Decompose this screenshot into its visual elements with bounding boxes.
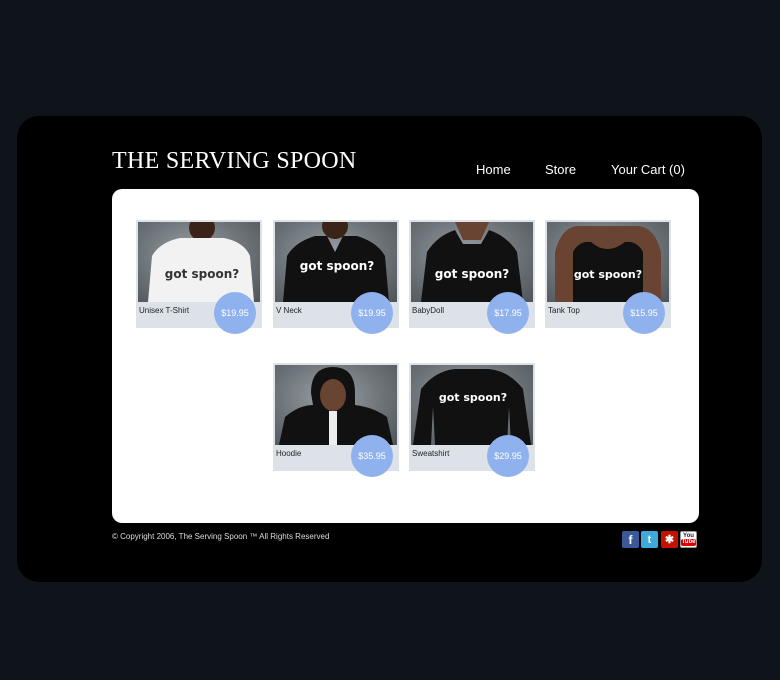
product-photo: got spoon? (411, 222, 533, 302)
copyright-text: © Copyright 2006, The Serving Spoon ™ Al… (112, 532, 330, 541)
facebook-icon[interactable]: f (622, 531, 639, 548)
nav-store[interactable]: Store (545, 162, 576, 177)
shirt-print: got spoon? (300, 259, 375, 273)
shirt-print: got spoon? (574, 268, 642, 281)
price-badge: $35.95 (351, 435, 393, 477)
price-badge: $15.95 (623, 292, 665, 334)
product-name: BabyDoll (412, 306, 445, 315)
product-card[interactable]: got spoon? V Neck $19.95 (273, 220, 399, 334)
twitter-icon[interactable]: t (641, 531, 658, 548)
price-badge: $19.95 (351, 292, 393, 334)
price-badge: $29.95 (487, 435, 529, 477)
product-photo: got spoon? (275, 222, 397, 302)
site-title[interactable]: THE SERVING SPOON (112, 148, 357, 175)
product-photo (275, 365, 397, 445)
nav-home[interactable]: Home (476, 162, 511, 177)
youtube-icon-bottom: Tube (680, 539, 697, 546)
product-photo: got spoon? (138, 222, 260, 302)
product-photo: got spoon? (411, 365, 533, 445)
nav-cart[interactable]: Your Cart (0) (611, 162, 685, 177)
shirt-print: got spoon? (435, 267, 510, 281)
product-name: Unisex T-Shirt (139, 306, 190, 315)
shirt-print: got spoon? (439, 391, 507, 404)
price-badge: $17.95 (487, 292, 529, 334)
shirt-print: got spoon? (165, 267, 240, 281)
product-name: Hoodie (276, 449, 302, 458)
product-name: Sweatshirt (412, 449, 450, 458)
yelp-icon[interactable]: ✱ (661, 531, 678, 548)
product-photo: got spoon? (547, 222, 669, 302)
product-card[interactable]: got spoon? Unisex T-Shirt $19.95 (136, 220, 262, 334)
site-frame: THE SERVING SPOON Home Store Your Cart (… (17, 116, 762, 582)
product-card[interactable]: got spoon? Sweatshirt $29.95 (409, 363, 535, 477)
product-card[interactable]: got spoon? BabyDoll $17.95 (409, 220, 535, 334)
product-card[interactable]: Hoodie $35.95 (273, 363, 399, 477)
product-name: V Neck (276, 306, 302, 315)
youtube-icon[interactable]: You Tube (680, 531, 697, 548)
product-card[interactable]: got spoon? Tank Top $15.95 (545, 220, 671, 334)
product-grid: got spoon? Unisex T-Shirt $19.95 got spo… (112, 189, 699, 523)
price-badge: $19.95 (214, 292, 256, 334)
product-name: Tank Top (548, 306, 580, 315)
